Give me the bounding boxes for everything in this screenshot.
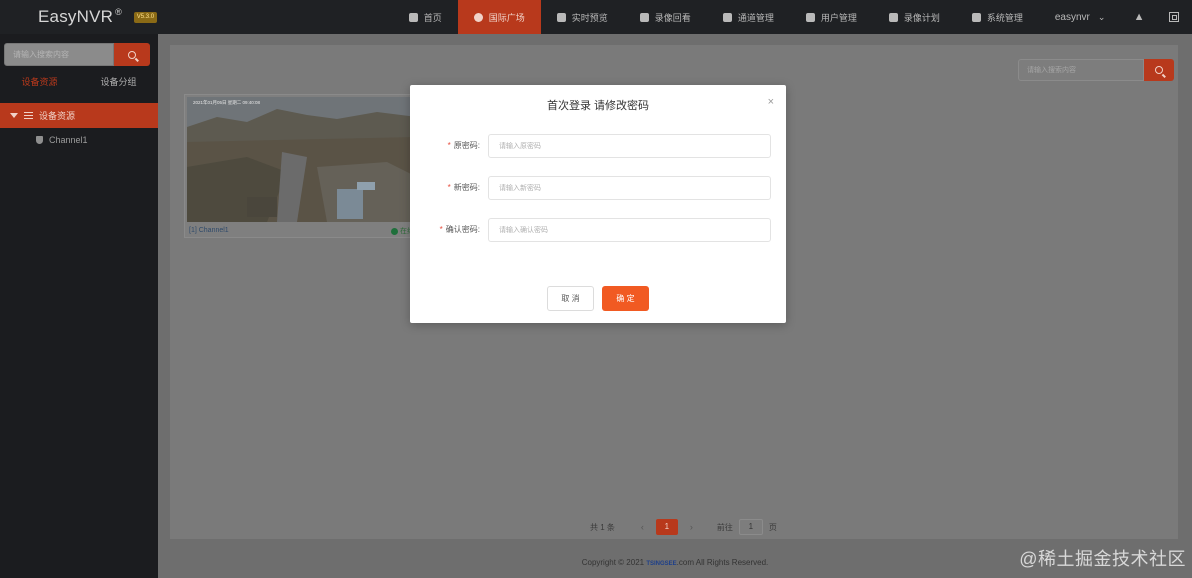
tree-root-device-resources[interactable]: 设备资源	[0, 103, 158, 128]
nav-item-live[interactable]: 实时预览	[541, 0, 624, 34]
user-name: easynvr	[1054, 11, 1090, 23]
camera-card[interactable]: 2021年01月05日 星期二 09:40:08 [1] Channel1 在线	[184, 94, 420, 238]
form-row-old-password: * 原密码:	[410, 134, 786, 158]
sidebar: 设备资源 设备分组 设备资源 Channel1	[0, 34, 158, 578]
caret-down-icon	[10, 113, 18, 118]
nav-item-playback[interactable]: 录像回看	[624, 0, 707, 34]
dashboard-icon	[408, 12, 418, 22]
nav-item-label: 系统管理	[986, 12, 1023, 23]
pagination-goto-label: 前往	[716, 522, 733, 532]
nav-item-label: 实时预览	[571, 12, 608, 23]
check-circle-icon	[391, 227, 398, 235]
nav-item-square[interactable]: 国际广场	[457, 0, 541, 34]
pagination-page-suffix: 页	[768, 522, 777, 532]
confirm-button[interactable]: 确 定	[602, 286, 649, 311]
pagination-goto-input[interactable]: 1	[738, 519, 763, 535]
confirm-password-label: * 确认密码:	[439, 225, 480, 234]
nav-item-record-plan[interactable]: 录像计划	[873, 0, 956, 34]
search-icon	[128, 50, 136, 59]
fullscreen-button[interactable]	[1157, 0, 1192, 34]
nav-item-channels[interactable]: 通道管理	[707, 0, 790, 34]
main-search	[1018, 59, 1174, 81]
nav-item-label: 用户管理	[820, 12, 857, 23]
tab-device-resources[interactable]: 设备资源	[0, 74, 79, 90]
user-menu[interactable]: easynvr ⌄	[1039, 0, 1122, 34]
fullscreen-icon	[1169, 12, 1180, 22]
old-password-input[interactable]	[488, 134, 771, 158]
nav-item-label: 国际广场	[488, 12, 525, 23]
camera-scene	[187, 97, 417, 222]
pagination-total: 共 1 条	[590, 522, 615, 532]
user-icon	[805, 12, 815, 22]
pagination-page[interactable]: 1	[655, 519, 678, 535]
nav-item-label: 录像回看	[654, 12, 691, 23]
footer-suffix: .com All Rights Reserved.	[676, 558, 769, 567]
brand-name: EasyNVR	[38, 7, 114, 26]
sidebar-tabs: 设备资源 设备分组	[0, 74, 158, 90]
dialog-title: 首次登录 请修改密码	[546, 100, 650, 112]
shield-icon	[36, 136, 43, 144]
chevron-left-icon[interactable]: ‹	[641, 522, 644, 532]
new-password-input[interactable]	[488, 176, 771, 200]
tree-root-label: 设备资源	[39, 111, 76, 121]
bell-icon[interactable]: ▲	[1121, 0, 1156, 34]
main-search-button[interactable]	[1144, 59, 1174, 81]
form-row-new-password: * 新密码:	[410, 176, 786, 200]
top-navbar: EasyNVR ® V5.3.0 首页 国际广场 实时预览 录像回看 通道管理 …	[0, 0, 1192, 34]
video-camera-icon	[556, 12, 566, 22]
camera-thumbnail[interactable]: 2021年01月05日 星期二 09:40:08	[187, 97, 417, 222]
chevron-right-icon[interactable]: ›	[690, 522, 693, 532]
brand-registered-mark: ®	[115, 7, 122, 17]
close-icon[interactable]: ×	[768, 96, 774, 108]
nav-item-label: 通道管理	[737, 12, 774, 23]
watermark: @稀土掘金技术社区	[1019, 549, 1186, 569]
footer-logo[interactable]: TSINGSEE	[646, 561, 676, 567]
pagination: 共 1 条 ‹ 1 › 前往 1 页	[590, 519, 777, 535]
sidebar-search	[4, 43, 150, 66]
cancel-button[interactable]: 取 消	[547, 286, 594, 311]
playback-icon	[639, 12, 649, 22]
form-row-confirm-password: * 确认密码:	[410, 218, 786, 242]
sidebar-search-input[interactable]	[4, 43, 114, 66]
brand: EasyNVR ® V5.3.0	[0, 0, 393, 34]
camera-name[interactable]: [1] Channel1	[189, 227, 229, 234]
nav-item-label: 录像计划	[903, 12, 940, 23]
version-badge: V5.3.0	[133, 11, 158, 23]
list-icon	[24, 112, 33, 119]
confirm-password-input[interactable]	[488, 218, 771, 242]
gear-icon	[971, 12, 981, 22]
tab-device-groups[interactable]: 设备分组	[79, 74, 158, 90]
nav-item-system[interactable]: 系统管理	[956, 0, 1039, 34]
search-icon	[1155, 66, 1163, 74]
nav-item-label: 首页	[423, 12, 442, 23]
book-icon	[722, 12, 732, 22]
nav-item-users[interactable]: 用户管理	[790, 0, 873, 34]
nav-item-home[interactable]: 首页	[393, 0, 458, 34]
new-password-label: * 新密码:	[447, 183, 480, 192]
tree-item-channel1[interactable]: Channel1	[36, 135, 88, 145]
main-search-input[interactable]	[1018, 59, 1144, 81]
main-nav: 首页 国际广场 实时预览 录像回看 通道管理 用户管理 录像计划 系统管理	[393, 0, 1039, 34]
sidebar-search-button[interactable]	[114, 43, 150, 66]
tree-item-label: Channel1	[49, 135, 88, 145]
old-password-label: * 原密码:	[447, 141, 480, 150]
camera-timestamp: 2021年01月05日 星期二 09:40:08	[193, 100, 261, 105]
change-password-dialog: 首次登录 请修改密码 × * 原密码: * 新密码: * 确认密码: 取 消 确 定	[410, 85, 786, 323]
footer-prefix: Copyright © 2021	[581, 558, 645, 567]
clock-icon	[888, 12, 898, 22]
chevron-down-icon: ⌄	[1097, 11, 1106, 22]
play-circle-icon	[473, 12, 483, 22]
